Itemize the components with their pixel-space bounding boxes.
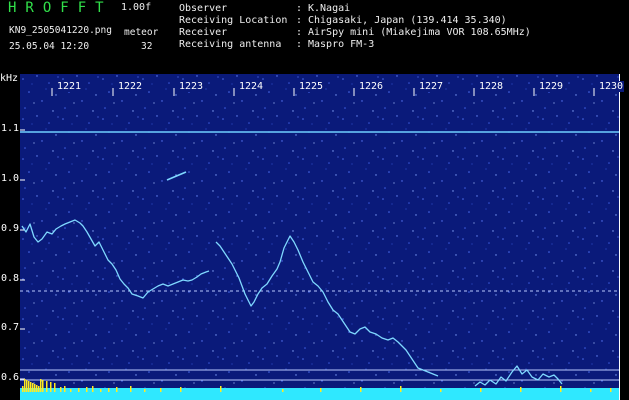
- signal-spike: [38, 386, 40, 392]
- signal-spike: [180, 387, 182, 392]
- signal-spike: [282, 389, 284, 392]
- spectrogram-plot: [20, 74, 620, 400]
- signal-spike: [92, 386, 94, 392]
- app-title: HROFFT: [8, 0, 113, 16]
- signal-spike: [36, 385, 38, 392]
- signal-spike: [64, 386, 66, 392]
- signal-spike: [30, 382, 32, 392]
- signal-spike: [320, 388, 322, 392]
- signal-spike: [60, 387, 62, 392]
- info-separator: :: [296, 27, 303, 38]
- signal-spike: [26, 380, 28, 392]
- signal-spike: [46, 381, 48, 392]
- signal-spike: [116, 387, 118, 392]
- signal-spike: [24, 379, 26, 392]
- signal-spike: [22, 386, 24, 392]
- observer-label: Observer: [179, 3, 228, 14]
- noise-background: [20, 74, 620, 400]
- filename-label: KN9_2505041220.png: [9, 25, 112, 36]
- x-tick-label: 1225: [298, 81, 325, 92]
- meteor-label: meteor: [124, 27, 159, 38]
- y-tick-label: 0.9: [1, 223, 20, 234]
- receiver-value: AirSpy mini (Miakejima VOR 108.65MHz): [308, 27, 531, 38]
- signal-spike: [560, 386, 562, 392]
- version-label: 1.00f: [121, 2, 152, 13]
- x-tick-label: 1221: [56, 81, 83, 92]
- antenna-label: Receiving antenna: [179, 39, 282, 50]
- info-separator: :: [296, 15, 303, 26]
- signal-spike: [70, 389, 72, 392]
- header-panel: HROFFT 1.00f KN9_2505041220.png 25.05.04…: [0, 0, 629, 74]
- signal-spike: [78, 388, 80, 392]
- y-tick-label: 0.6: [1, 372, 20, 383]
- signal-spike: [400, 386, 402, 392]
- observer-value: K.Nagai: [308, 3, 351, 14]
- antenna-value: Maspro FM-3: [308, 39, 375, 50]
- x-tick-label: 1226: [358, 81, 385, 92]
- signal-spike: [160, 388, 162, 392]
- y-axis-unit: kHz: [0, 73, 19, 84]
- receiver-label: Receiver: [179, 27, 228, 38]
- signal-spike: [360, 387, 362, 392]
- signal-spike: [28, 381, 30, 392]
- x-tick-label: 1229: [538, 81, 565, 92]
- y-tick-label: 1.1: [1, 123, 20, 134]
- signal-spike: [480, 388, 482, 392]
- signal-spike: [130, 386, 132, 392]
- location-value: Chigasaki, Japan (139.414 35.340): [308, 15, 507, 26]
- x-tick-label: 1227: [418, 81, 445, 92]
- x-tick-label: 1230: [598, 81, 625, 92]
- x-tick-label: 1228: [478, 81, 505, 92]
- signal-spike: [220, 386, 222, 392]
- signal-spike: [610, 388, 612, 392]
- y-tick-label: 0.8: [1, 273, 20, 284]
- signal-spike: [144, 389, 146, 392]
- x-tick-label: 1222: [117, 81, 144, 92]
- y-tick-label: 0.7: [1, 322, 20, 333]
- signal-spike: [440, 389, 442, 392]
- signal-spike: [590, 389, 592, 392]
- y-tick-label: 1.0: [1, 173, 20, 184]
- signal-spike: [108, 388, 110, 392]
- signal-spike: [40, 379, 42, 392]
- signal-spike: [100, 389, 102, 392]
- signal-spike: [42, 380, 44, 392]
- info-separator: :: [296, 39, 303, 50]
- signal-spike: [32, 383, 34, 392]
- signal-spike: [50, 382, 52, 392]
- x-tick-label: 1224: [238, 81, 265, 92]
- signal-spike: [54, 383, 56, 392]
- signal-spike: [86, 387, 88, 392]
- signal-spike: [520, 387, 522, 392]
- location-label: Receiving Location: [179, 15, 288, 26]
- datetime-label: 25.05.04 12:20: [9, 41, 90, 52]
- spectrogram-canvas: [20, 74, 620, 400]
- meteor-count: 32: [141, 41, 153, 52]
- info-separator: :: [296, 3, 303, 14]
- x-tick-label: 1223: [178, 81, 205, 92]
- signal-spike: [34, 384, 36, 392]
